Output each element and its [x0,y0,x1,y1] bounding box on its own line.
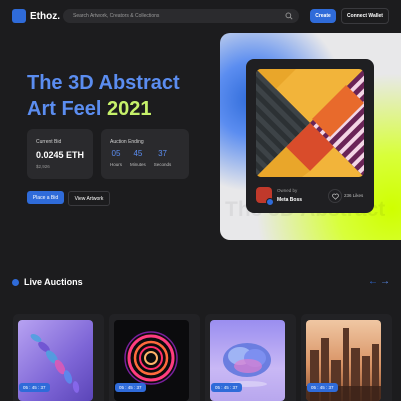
auction-ending-label: Auction Ending [110,139,144,145]
live-indicator-icon [12,279,19,286]
brand-name: Ethoz. [30,10,60,22]
featured-nft-card[interactable]: Owned by Meta Boss 236 Likes [246,59,374,213]
hero-title-line2: Art Feel [27,98,102,120]
connect-wallet-button[interactable]: Connect Wallet [341,8,389,24]
timer-seconds-unit: Seconds [153,162,172,167]
timer-minutes: 45 Minutes [130,149,146,167]
arrow-left-icon[interactable]: ← [368,276,378,287]
current-bid-value: 0.0245 ETH [36,150,85,160]
hero-title: The 3D Abstract Art Feel 2021 [27,70,180,122]
live-auctions-title: Live Auctions [24,277,83,287]
brand-logo[interactable]: Ethoz. [12,9,60,23]
like-button[interactable] [328,189,342,203]
arrow-right-icon[interactable]: → [380,276,390,287]
place-bid-button[interactable]: Place a Bid [27,191,64,204]
timer-minutes-unit: Minutes [130,162,146,167]
featured-artwork[interactable] [256,69,364,177]
search-input[interactable] [71,12,275,20]
likes-count: 236 Likes [344,193,364,198]
heart-icon [331,193,339,200]
auction-time-3: 05 : 45 : 37 [211,383,242,392]
abstract-artwork-image [256,69,364,177]
auction-time-4: 05 : 45 : 37 [307,383,338,392]
auction-ending-box: Auction Ending 05 Hours 45 Minutes 37 Se… [101,129,189,179]
timer-minutes-value: 45 [133,149,143,158]
search-bar [63,9,299,23]
auction-timer: 05 Hours 45 Minutes 37 Seconds [110,149,171,167]
auction-time-1: 05 : 45 : 37 [19,383,50,392]
view-artwork-button[interactable]: View Artwork [68,191,110,206]
auction-time-2: 05 : 45 : 37 [115,383,146,392]
top-navbar: Ethoz. Create Connect Wallet [0,0,401,32]
create-button[interactable]: Create [310,9,336,23]
timer-seconds-value: 37 [158,149,167,158]
timer-hours: 05 Hours [110,149,122,167]
hero-title-line1: The 3D Abstract [27,72,180,94]
current-bid-label: Current Bid [36,139,62,145]
current-bid-box: Current Bid 0.0245 ETH $2,926 [27,129,93,179]
current-bid-usd: $2,926 [36,164,50,169]
owned-by-label: Owned by [277,188,298,193]
timer-hours-unit: Hours [110,162,123,167]
verified-badge-icon [266,198,274,206]
search-icon[interactable] [285,12,293,20]
owner-name[interactable]: Meta Boss [277,197,302,203]
hero-title-year: 2021 [107,98,152,120]
timer-seconds: 37 Seconds [154,149,172,167]
timer-hours-value: 05 [111,149,121,158]
logo-mark-icon [12,9,26,23]
